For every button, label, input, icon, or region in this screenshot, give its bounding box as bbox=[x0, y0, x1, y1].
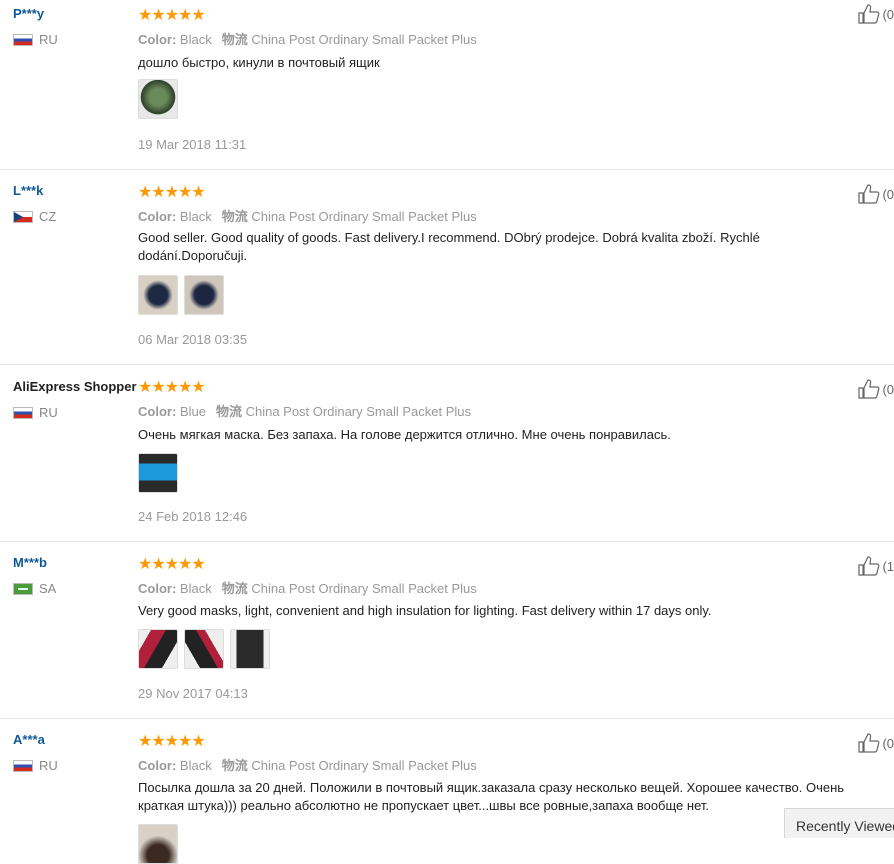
review-photos bbox=[138, 275, 224, 315]
reviewer-country: RU bbox=[13, 32, 58, 47]
flag-cz-icon bbox=[13, 210, 33, 223]
reviewer-name[interactable]: L***k bbox=[13, 183, 43, 198]
star-rating: ★★★★★ bbox=[138, 556, 206, 573]
review-item: L***k CZ ★★★★★ Color: Black 物流 China Post… bbox=[0, 169, 894, 365]
reviewer-country: RU bbox=[13, 405, 58, 420]
review-date: 06 Mar 2018 03:35 bbox=[138, 332, 248, 347]
review-text: Посылка дошла за 20 дней. Положили в поч… bbox=[138, 780, 845, 813]
review-photo[interactable] bbox=[230, 629, 270, 669]
helpful-button[interactable]: (0 bbox=[858, 733, 894, 753]
helpful-button[interactable]: (1 bbox=[858, 556, 894, 576]
thumbs-up-icon bbox=[858, 733, 880, 753]
review-text: Очень мягкая маска. Без запаха. На голов… bbox=[138, 427, 671, 442]
review-item: A***a RU ★★★★★ Color: Black 物流 China Post… bbox=[0, 718, 894, 864]
reviewer-name[interactable]: M***b bbox=[13, 555, 47, 570]
recently-viewed-tab[interactable]: Recently Viewed bbox=[784, 808, 894, 838]
star-rating: ★★★★★ bbox=[138, 379, 206, 396]
order-info: Color: Black 物流 China Post Ordinary Small… bbox=[138, 758, 477, 773]
reviewer-name[interactable]: AliExpress Shopper bbox=[13, 379, 137, 394]
reviewer-country: RU bbox=[13, 758, 58, 773]
reviewer-name[interactable]: P***y bbox=[13, 6, 44, 21]
review-photos bbox=[138, 629, 270, 669]
star-rating: ★★★★★ bbox=[138, 184, 206, 201]
review-date: 24 Feb 2018 12:46 bbox=[138, 509, 248, 524]
review-photo[interactable] bbox=[138, 79, 178, 119]
review-photos bbox=[138, 824, 178, 864]
review-photo[interactable] bbox=[138, 275, 178, 315]
review-text: дошло быстро, кинули в почтовый ящик bbox=[138, 55, 380, 70]
star-rating: ★★★★★ bbox=[138, 7, 206, 24]
review-item: M***b SA ★★★★★ Color: Black 物流 China Post… bbox=[0, 541, 894, 719]
review-photo[interactable] bbox=[184, 629, 224, 669]
review-photos bbox=[138, 453, 178, 493]
review-date: 19 Mar 2018 11:31 bbox=[138, 137, 247, 152]
review-date: 29 Nov 2017 04:13 bbox=[138, 686, 248, 701]
order-info: Color: Black 物流 China Post Ordinary Small… bbox=[138, 209, 477, 224]
review-item: AliExpress Shopper RU ★★★★★ Color: Blue 物… bbox=[0, 364, 894, 542]
flag-ru-icon bbox=[13, 406, 33, 419]
helpful-button[interactable]: (0 bbox=[858, 379, 894, 399]
review-item: P***y RU ★★★★★ Color: Black 物流 China Post… bbox=[0, 0, 894, 170]
review-photo[interactable] bbox=[138, 629, 178, 669]
flag-ru-icon bbox=[13, 33, 33, 46]
review-photo[interactable] bbox=[184, 275, 224, 315]
reviewer-country: SA bbox=[13, 581, 56, 596]
reviewer-country: CZ bbox=[13, 209, 56, 224]
review-text: Very good masks, light, convenient and h… bbox=[138, 603, 712, 618]
review-photo[interactable] bbox=[138, 453, 178, 493]
thumbs-up-icon bbox=[858, 4, 880, 24]
star-rating: ★★★★★ bbox=[138, 733, 206, 750]
flag-sa-icon bbox=[13, 582, 33, 595]
thumbs-up-icon bbox=[858, 379, 880, 399]
helpful-button[interactable]: (0 bbox=[858, 184, 894, 204]
thumbs-up-icon bbox=[858, 556, 880, 576]
thumbs-up-icon bbox=[858, 184, 880, 204]
reviewer-name[interactable]: A***a bbox=[13, 732, 45, 747]
order-info: Color: Black 物流 China Post Ordinary Small… bbox=[138, 32, 477, 47]
flag-ru-icon bbox=[13, 759, 33, 772]
order-info: Color: Blue 物流 China Post Ordinary Small … bbox=[138, 404, 472, 419]
helpful-button[interactable]: (0 bbox=[858, 4, 894, 24]
review-photo[interactable] bbox=[138, 824, 178, 864]
review-text: Good seller. Good quality of goods. Fast… bbox=[138, 230, 760, 263]
review-photos bbox=[138, 79, 178, 119]
order-info: Color: Black 物流 China Post Ordinary Small… bbox=[138, 581, 477, 596]
